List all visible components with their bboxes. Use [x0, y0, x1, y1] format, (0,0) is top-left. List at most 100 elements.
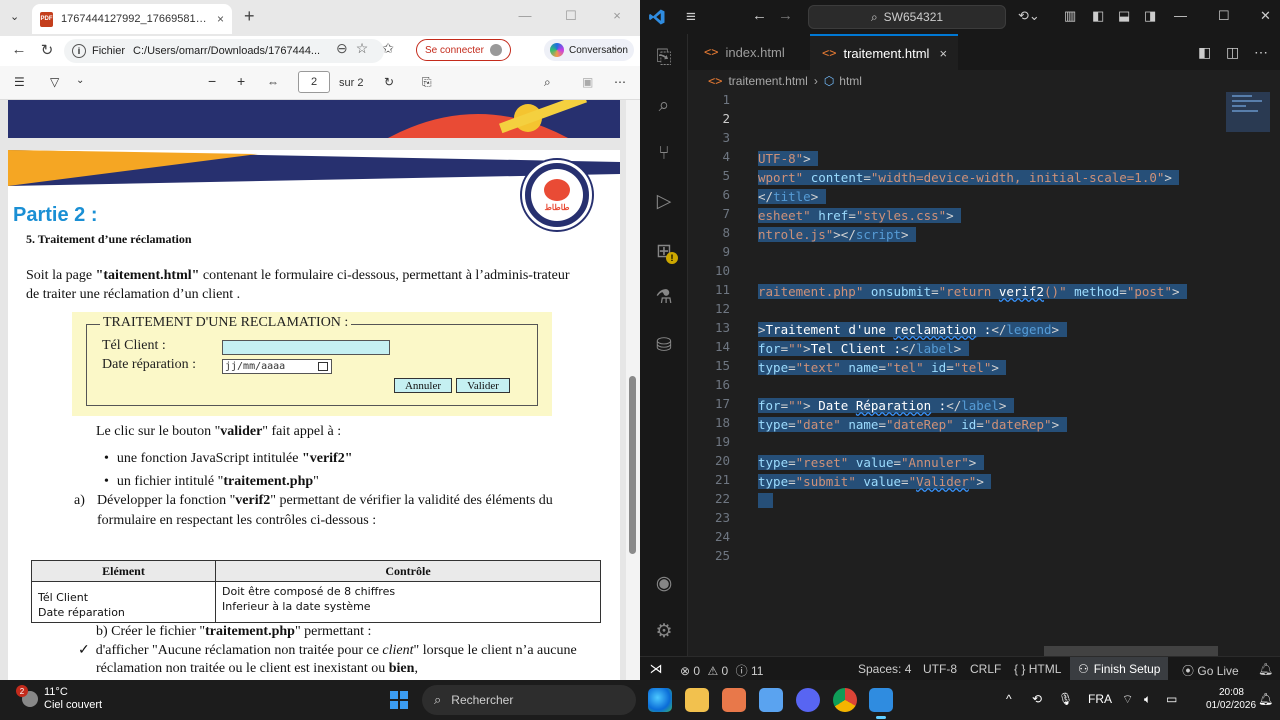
minimize-button[interactable]: —	[502, 8, 548, 24]
status-bar: ⋊ ⊗ 0 ⚠ 0 ⓘ 11 Spaces: 4 UTF-8 CRLF { } …	[640, 656, 1280, 680]
minimize-button[interactable]: —	[1174, 8, 1187, 23]
close-window-button[interactable]: ×	[594, 8, 640, 24]
tab-actions-chevron-icon[interactable]: ⌄	[10, 10, 19, 23]
maximize-button[interactable]: ☐	[1218, 8, 1230, 24]
page-total: sur 2	[339, 77, 364, 89]
fit-page-icon[interactable]: ⇔	[267, 75, 279, 89]
explorer-icon[interactable]: ⎘	[652, 46, 676, 70]
more-actions-icon[interactable]: ⋯	[1254, 44, 1268, 61]
volume-icon[interactable]: 🔈︎	[1144, 692, 1151, 707]
xampp-icon[interactable]	[722, 688, 746, 712]
tab-index-html[interactable]: <> index.html	[692, 34, 808, 70]
weather-widget[interactable]: 2 11°C Ciel couvert	[16, 685, 102, 712]
page-view-icon[interactable]: ⎘	[422, 75, 432, 90]
page-number-input[interactable]: 2	[298, 71, 330, 93]
pdf-viewport[interactable]: طاطاط Partie 2 : 5. Traitement d’une réc…	[0, 100, 626, 680]
language-mode[interactable]: { } HTML	[1014, 662, 1061, 676]
edge-icon[interactable]	[648, 688, 672, 712]
minimap[interactable]	[1226, 92, 1270, 132]
go-live-button[interactable]: ⦿ Go Live	[1182, 662, 1239, 679]
notifications-bell-icon[interactable]: 🔔︎	[1258, 662, 1273, 676]
start-button-windows-icon[interactable]	[390, 691, 408, 709]
file-explorer-icon[interactable]	[685, 688, 709, 712]
toggle-secondary-sidebar-icon[interactable]: ◨	[1144, 8, 1156, 24]
save-icon[interactable]: ▣	[582, 75, 593, 89]
discord-icon[interactable]	[796, 688, 820, 712]
vscode-taskbar-icon[interactable]	[869, 688, 893, 719]
maximize-button[interactable]: ☐	[548, 8, 594, 24]
tray-overflow-icon[interactable]: ^	[1006, 692, 1012, 706]
zoom-in-icon[interactable]: +	[237, 73, 245, 89]
notification-center-icon[interactable]: 🔔︎	[1258, 692, 1273, 706]
browser-more-icon[interactable]: ⋯	[612, 40, 626, 57]
toggle-panel-icon[interactable]: ⬓	[1118, 8, 1130, 24]
settings-gear-icon[interactable]: ⚙	[652, 620, 676, 644]
open-preview-icon[interactable]: ◧	[1198, 44, 1211, 61]
favorite-star-icon[interactable]: ☆	[356, 40, 369, 57]
rotate-icon[interactable]: ↻	[384, 75, 394, 89]
pdf-scrollbar[interactable]	[627, 100, 640, 680]
remote-explorer-icon[interactable]: ⛁	[652, 334, 676, 358]
horizontal-scrollbar[interactable]	[1044, 646, 1218, 656]
encoding-indicator[interactable]: UTF-8	[923, 662, 957, 676]
split-editor-icon[interactable]: ◫	[1226, 44, 1239, 61]
close-window-button[interactable]: ✕	[1260, 8, 1271, 24]
tab-close-icon[interactable]: ×	[939, 46, 947, 61]
battery-icon[interactable]: ▭	[1166, 692, 1177, 706]
testing-icon[interactable]: ⚗	[652, 286, 676, 310]
code-line-17: for=""> Date Réparation :</label>	[758, 396, 1014, 415]
copilot-chat-icon[interactable]: ⟲⌄	[1018, 8, 1040, 24]
back-arrow-icon[interactable]: ←	[4, 41, 34, 58]
indentation-indicator[interactable]: Spaces: 4	[858, 662, 911, 676]
favorites-icon[interactable]: ✩	[382, 40, 394, 57]
layout-customize-icon[interactable]: ▥	[1064, 8, 1076, 24]
taskbar-search[interactable]: ⌕ Rechercher	[422, 685, 636, 715]
wifi-icon[interactable]: ⌔	[1122, 692, 1133, 707]
toggle-sidebar-icon[interactable]: ◧	[1092, 8, 1104, 24]
menu-icon[interactable]: ≡	[686, 7, 696, 27]
section-title: 5. Traitement d’une réclamation	[26, 232, 192, 246]
notepad-icon[interactable]	[759, 688, 783, 712]
sign-in-button[interactable]: Se connecter	[416, 39, 511, 61]
highlight-chevron-icon[interactable]: ⌄	[76, 75, 84, 86]
new-tab-button[interactable]: +	[244, 6, 255, 27]
tab-traitement-html[interactable]: <> traitement.html ×	[810, 34, 958, 70]
pdf-search-icon[interactable]: ⌕	[544, 75, 551, 90]
zoom-icon[interactable]: ⊖	[336, 40, 348, 57]
contents-icon[interactable]: ☰	[14, 75, 25, 89]
line-number: 3	[722, 130, 730, 145]
scrollbar-thumb[interactable]	[629, 376, 636, 554]
clock[interactable]: 20:08 01/02/2026	[1206, 686, 1256, 712]
zoom-out-icon[interactable]: −	[208, 73, 216, 89]
checkmark-icon: ✓	[78, 643, 90, 658]
command-center-search[interactable]: ⌕ SW654321	[808, 5, 1006, 29]
breadcrumb-node[interactable]: html	[839, 74, 862, 88]
accounts-icon[interactable]: ◉	[652, 572, 676, 596]
remote-indicator-icon[interactable]: ⋊	[640, 657, 672, 680]
sign-in-label: Se connecter	[425, 44, 484, 56]
language-indicator[interactable]: FRA	[1088, 692, 1112, 706]
problems-indicator[interactable]: ⊗ 0 ⚠ 0 ⓘ 11	[680, 662, 763, 679]
highlight-icon[interactable]: ▽	[50, 75, 59, 89]
chrome-icon[interactable]	[833, 688, 857, 712]
code-editor[interactable]: 1 2 3 4 5 6 7 8 9 10 11 12 13 14 15 16 17 18 19 20 21 22 23 24 2…	[688, 92, 1280, 656]
breadcrumb-file[interactable]: traitement.html	[728, 74, 807, 88]
nav-forward-icon[interactable]: →	[778, 7, 793, 24]
source-control-icon[interactable]: ⑂	[652, 142, 676, 166]
eol-indicator[interactable]: CRLF	[970, 662, 1001, 676]
microphone-icon[interactable]: 🎙︎	[1058, 692, 1073, 706]
finish-setup-button[interactable]: ⚇ Finish Setup	[1070, 657, 1169, 680]
refresh-icon[interactable]: ↻	[32, 41, 62, 59]
extensions-icon[interactable]: ⊞	[652, 240, 678, 264]
tab-close-icon[interactable]: ×	[217, 12, 224, 26]
line-number: 1	[722, 92, 730, 107]
run-debug-icon[interactable]: ▷	[652, 190, 676, 214]
intro-paragraph: Soit la page "taitement.html" contenant …	[26, 266, 586, 304]
click-sentence: Le clic sur le bouton "valider" fait app…	[96, 424, 341, 440]
browser-tab-pdf[interactable]: PDF 1767444127992_1766958145535_ ×	[32, 4, 232, 34]
info-icon[interactable]: i	[72, 44, 86, 58]
search-view-icon[interactable]: ⌕	[652, 94, 676, 118]
pdf-more-icon[interactable]: ⋯	[614, 75, 626, 89]
nav-back-icon[interactable]: ←	[752, 7, 767, 24]
tray-app-icon[interactable]: ⟲	[1032, 692, 1042, 706]
